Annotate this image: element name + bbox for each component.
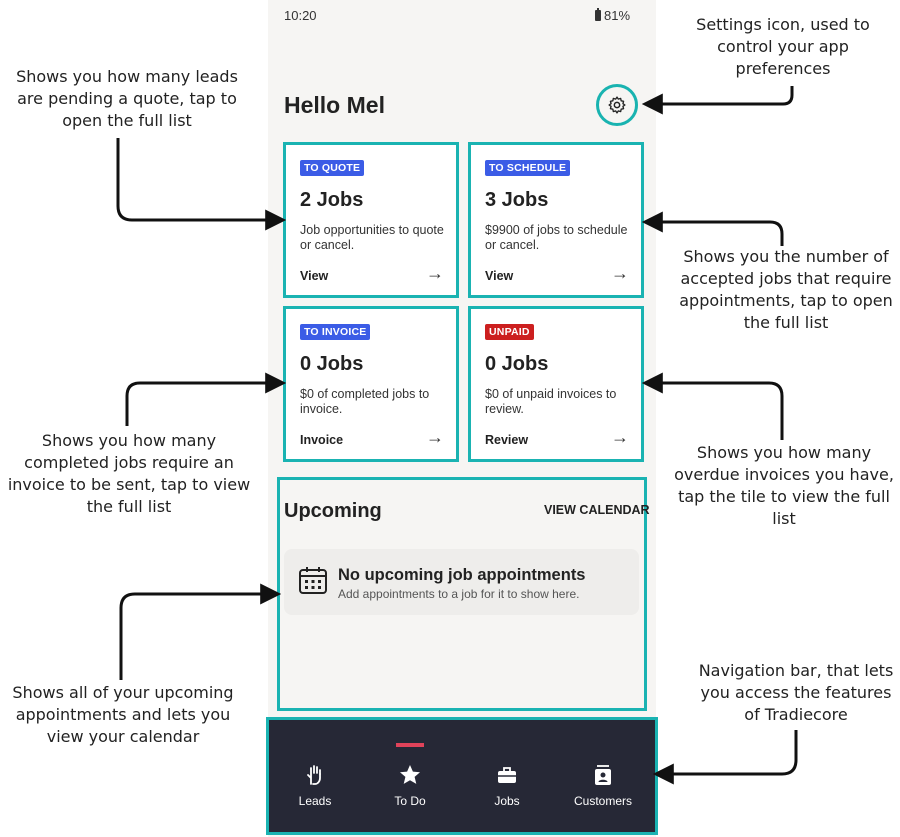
arrow-settings [641, 86, 794, 115]
star-icon [400, 765, 420, 784]
nav-item-jobs[interactable]: Jobs [467, 762, 547, 808]
hand-icon [307, 765, 321, 785]
active-tab-indicator [396, 743, 424, 747]
arrow-right-icon: → [611, 263, 629, 283]
settings-button[interactable] [596, 84, 638, 126]
nav-item-label: Leads [298, 794, 332, 808]
arrow-to-invoice [125, 372, 287, 426]
status-time: 10:20 [284, 8, 317, 23]
calendar-icon [299, 567, 327, 594]
review-link[interactable]: Review [485, 433, 528, 447]
tile-count: 0 Jobs [300, 353, 364, 375]
tile-description: $0 of unpaid invoices to review. [485, 387, 617, 416]
greeting-title: Hello Mel [284, 92, 385, 118]
annotation-to-invoice: Shows you how many completed jobs requir… [7, 431, 251, 516]
status-badge: UNPAID [485, 324, 534, 340]
view-link[interactable]: View [300, 269, 328, 283]
status-badge: TO SCHEDULE [485, 160, 571, 176]
tile-count: 2 Jobs [300, 189, 364, 211]
tile-to-schedule[interactable]: TO SCHEDULE 3 Jobs $9900 of jobs to sche… [468, 142, 644, 298]
upcoming-title: Upcoming [284, 500, 382, 522]
annotation-navbar: Navigation bar, that lets you access the… [698, 661, 894, 724]
arrow-right-icon: → [426, 263, 444, 283]
arrow-right-icon: → [611, 427, 629, 447]
tile-to-quote[interactable]: TO QUOTE 2 Jobs Job opportunities to quo… [283, 142, 459, 298]
empty-state-title: No upcoming job appointments [338, 566, 586, 584]
annotation-upcoming: Shows all of your upcoming appointments … [12, 683, 234, 746]
nav-item-customers[interactable]: Customers [563, 762, 643, 808]
arrow-to-schedule [641, 211, 784, 246]
arrow-upcoming [119, 583, 282, 680]
annotation-to-quote: Shows you how many leads are pending a q… [16, 67, 238, 130]
nav-item-leads[interactable]: Leads [275, 762, 355, 808]
nav-item-label: Jobs [494, 794, 520, 808]
battery-icon [595, 8, 601, 21]
arrow-navbar [652, 730, 798, 785]
status-battery: 81% [595, 8, 630, 23]
briefcase-icon [498, 767, 516, 783]
annotation-settings: Settings icon, used to control your app … [696, 15, 870, 78]
view-link[interactable]: View [485, 269, 513, 283]
tile-to-invoice[interactable]: TO INVOICE 0 Jobs $0 of completed jobs t… [283, 306, 459, 462]
annotation-unpaid: Shows you how many overdue invoices you … [674, 443, 894, 528]
nav-item-label: To Do [394, 794, 426, 808]
tile-unpaid[interactable]: UNPAID 0 Jobs $0 of unpaid invoices to r… [468, 306, 644, 462]
tile-count: 0 Jobs [485, 353, 549, 375]
arrow-unpaid [641, 372, 784, 440]
status-badge: TO QUOTE [300, 160, 365, 176]
arrow-right-icon: → [426, 427, 444, 447]
tile-description: Job opportunities to quote or cancel. [300, 223, 444, 252]
tile-description: $0 of completed jobs to invoice. [300, 387, 430, 416]
invoice-link[interactable]: Invoice [300, 433, 343, 447]
status-badge: TO INVOICE [300, 324, 371, 340]
view-calendar-link[interactable]: VIEW CALENDAR [544, 503, 650, 517]
nav-item-to-do[interactable]: To Do [370, 762, 450, 808]
contact-card-icon [595, 765, 611, 785]
empty-state-subtitle: Add appointments to a job for it to show… [338, 587, 580, 601]
tile-description: $9900 of jobs to schedule or cancel. [485, 223, 628, 252]
tile-count: 3 Jobs [485, 189, 549, 211]
arrow-to-quote [116, 138, 287, 231]
nav-item-label: Customers [573, 794, 632, 808]
battery-level: 81% [604, 8, 631, 23]
gear-icon [608, 96, 626, 114]
annotation-to-schedule: Shows you the number of accepted jobs th… [679, 247, 893, 332]
